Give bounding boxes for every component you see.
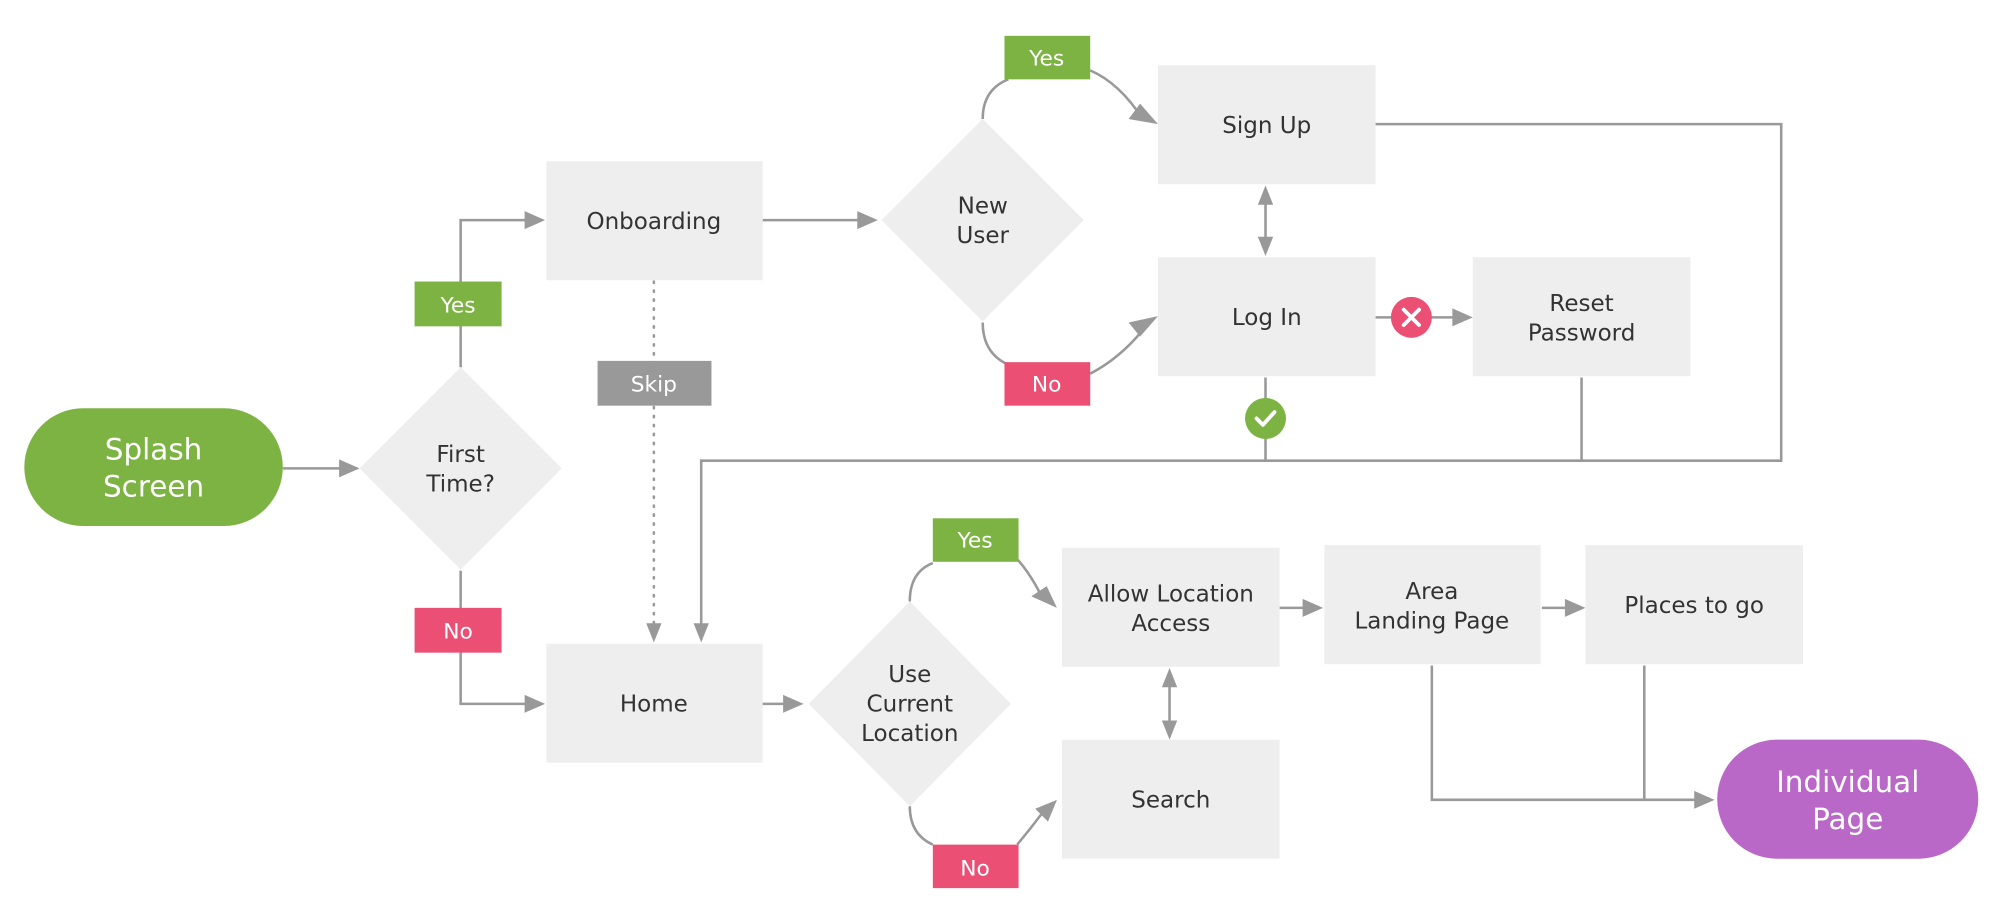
arrowhead [1128, 316, 1159, 337]
check-icon [1245, 397, 1286, 439]
node-allow-location-access[interactable]: Allow Location Access [1062, 547, 1280, 667]
arrowhead [524, 694, 546, 713]
arrowhead [1257, 185, 1274, 205]
node-label: Page [1812, 802, 1883, 836]
arrowhead [1452, 308, 1473, 327]
tag-first-time-no: No [414, 607, 502, 653]
node-places-to-go[interactable]: Places to go [1585, 545, 1803, 665]
node-label: Allow Location [1088, 581, 1254, 607]
node-onboarding[interactable]: Onboarding [546, 161, 763, 281]
node-label: Access [1131, 611, 1210, 637]
arrowhead [1031, 586, 1057, 608]
node-label: Current [867, 692, 953, 718]
arrowhead [693, 623, 709, 643]
tag-new-user-yes: Yes [1004, 35, 1091, 80]
node-label: Reset [1549, 291, 1613, 317]
node-use-current-location-decision[interactable]: Use Current Location [808, 601, 1011, 807]
edge-location-to-search [908, 806, 934, 846]
node-label: Individual [1776, 765, 1919, 799]
node-label: Password [1528, 320, 1636, 346]
tag-first-time-yes: Yes [414, 281, 502, 327]
node-home[interactable]: Home [546, 643, 763, 763]
arrowhead [1564, 598, 1586, 617]
node-label: Sign Up [1222, 113, 1311, 139]
tag-new-user-no: No [1004, 362, 1091, 406]
node-label: Landing Page [1354, 608, 1509, 634]
decision-shape [881, 119, 1084, 322]
node-new-user-decision[interactable]: New User [881, 119, 1084, 322]
node-label: Splash [105, 432, 203, 466]
edge-new-user-to-sign-up [981, 78, 1009, 120]
node-label: Area [1405, 579, 1458, 605]
edge-area-to-individual [1430, 665, 1697, 802]
tag-label: Skip [631, 373, 677, 398]
start-terminal-shape [24, 408, 283, 526]
tag-label: No [443, 620, 473, 645]
node-sign-up[interactable]: Sign Up [1158, 65, 1376, 185]
edge-location-yes-to-allow [1016, 558, 1043, 597]
tag-label: Yes [956, 529, 992, 554]
node-area-landing-page[interactable]: Area Landing Page [1324, 545, 1541, 665]
arrowhead [1161, 668, 1178, 688]
arrowhead [783, 694, 804, 713]
close-icon [1390, 296, 1432, 338]
tag-label: Yes [440, 293, 476, 318]
arrowhead [1161, 720, 1178, 740]
node-label: Home [620, 692, 688, 718]
node-label: Use [888, 662, 931, 688]
edge-location-no-to-search [1016, 813, 1043, 846]
tag-label: Yes [1028, 46, 1064, 71]
tag-location-yes: Yes [932, 518, 1019, 562]
node-label: Search [1131, 788, 1210, 814]
node-label: Log In [1232, 305, 1302, 331]
arrowhead [339, 459, 360, 478]
arrowhead [646, 623, 662, 643]
edge-new-user-to-log-in [981, 322, 1009, 366]
node-splash-screen[interactable]: Splash Screen [24, 408, 283, 526]
node-log-in[interactable]: Log In [1158, 257, 1376, 377]
arrowhead [1257, 236, 1274, 256]
node-search[interactable]: Search [1062, 739, 1280, 859]
node-label: Screen [103, 470, 204, 504]
arrowhead [1302, 598, 1324, 617]
arrowhead [1694, 790, 1715, 809]
node-label: First [436, 442, 484, 468]
tag-location-no: No [932, 844, 1019, 889]
node-individual-page[interactable]: Individual Page [1717, 739, 1979, 859]
arrowhead [524, 211, 546, 230]
tag-skip: Skip [597, 360, 712, 406]
node-reset-password[interactable]: Reset Password [1472, 257, 1691, 377]
tag-label: No [1032, 373, 1062, 398]
arrowhead [857, 211, 878, 230]
tag-label: No [960, 856, 990, 881]
node-label: Onboarding [586, 209, 721, 235]
node-label: Location [861, 721, 958, 747]
edge-location-to-allow [908, 561, 934, 602]
node-label: New [958, 194, 1008, 220]
end-terminal-shape [1717, 739, 1979, 859]
node-label: Places to go [1624, 593, 1764, 619]
node-label: User [956, 223, 1009, 249]
flowchart: Splash Screen First Time? Onboarding New… [24, 35, 1979, 889]
node-label: Time? [425, 471, 495, 497]
edge-new-user-no-to-log-in [1089, 329, 1144, 375]
decision-shape [359, 367, 562, 570]
node-first-time-decision[interactable]: First Time? [359, 367, 562, 570]
